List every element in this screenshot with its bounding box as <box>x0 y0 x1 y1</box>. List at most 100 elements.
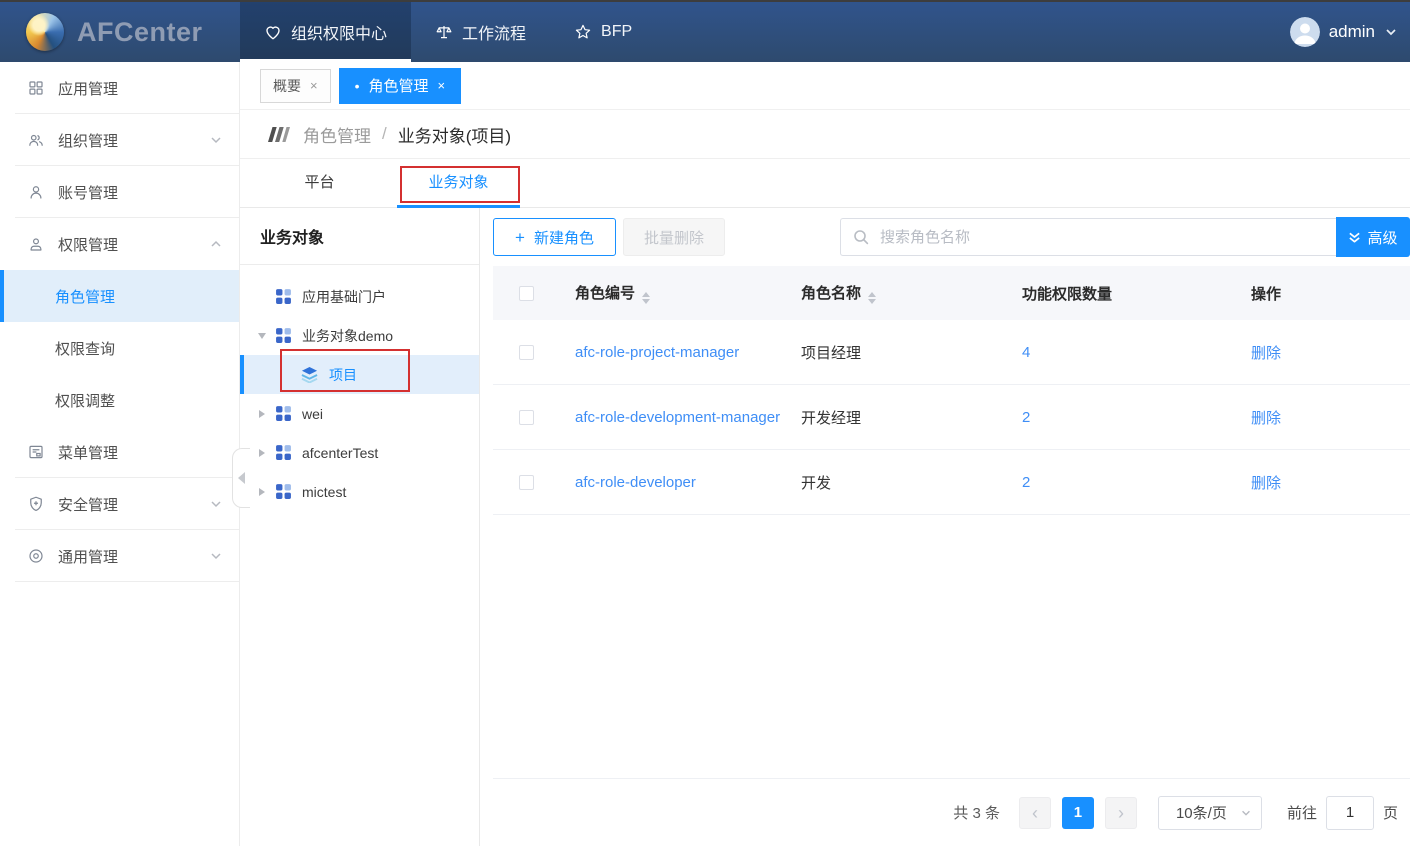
sidebar-item-account-management[interactable]: 账号管理 <box>0 166 239 218</box>
sidebar-item-label: 安全管理 <box>58 494 118 515</box>
sort-icons[interactable] <box>868 292 876 304</box>
close-icon[interactable]: × <box>438 78 446 93</box>
nav-item-org-permission-center[interactable]: 组织权限中心 <box>240 2 411 62</box>
tree-node-wei[interactable]: wei <box>240 394 479 433</box>
nav-item-workflow[interactable]: 工作流程 <box>411 2 550 62</box>
tab-platform[interactable]: 平台 <box>258 171 381 207</box>
row-checkbox[interactable] <box>519 475 534 490</box>
batch-delete-button[interactable]: 批量删除 <box>623 218 725 256</box>
advanced-search-button[interactable]: 高级 <box>1336 217 1410 257</box>
page-tab-bar: 概要 × • 角色管理 × <box>240 62 1410 110</box>
caret-right-icon[interactable] <box>254 449 270 457</box>
avatar <box>1290 17 1320 47</box>
delete-link[interactable]: 删除 <box>1251 410 1281 427</box>
role-code-link[interactable]: afc-role-project-manager <box>575 344 787 361</box>
column-label: 功能权限数量 <box>1022 286 1112 303</box>
business-object-tree-panel: 业务对象 应用基础门户 业务对象demo <box>240 208 480 846</box>
delete-link[interactable]: 删除 <box>1251 475 1281 492</box>
app-window: AFCenter 组织权限中心 工作流程 BFP <box>0 0 1410 846</box>
goto-label: 前往 <box>1287 802 1317 823</box>
tree-node-mictest[interactable]: mictest <box>240 472 479 511</box>
tab-role-management[interactable]: • 角色管理 × <box>339 68 462 104</box>
layers-icon <box>300 366 319 383</box>
scope-tab-bar: 平台 业务对象 <box>240 159 1410 208</box>
search-group: 高级 <box>840 217 1410 257</box>
search-input[interactable] <box>878 228 1324 247</box>
header-role-code[interactable]: 角色编号 <box>559 282 787 304</box>
permission-count-link[interactable]: 4 <box>1022 344 1030 361</box>
column-label: 角色编号 <box>575 285 635 302</box>
delete-link[interactable]: 删除 <box>1251 345 1281 362</box>
goto-page-input[interactable] <box>1326 796 1374 830</box>
header-role-name[interactable]: 角色名称 <box>787 282 1009 304</box>
sidebar-item-menu-management[interactable]: 菜单管理 <box>0 426 239 478</box>
caret-right-icon[interactable] <box>254 410 270 418</box>
app-grid-icon <box>275 288 292 305</box>
sidebar-item-general-management[interactable]: 通用管理 <box>0 530 239 582</box>
role-code-link[interactable]: afc-role-development-manager <box>575 409 787 426</box>
sidebar-item-app-management[interactable]: 应用管理 <box>0 62 239 114</box>
sort-icons[interactable] <box>642 292 650 304</box>
nav-item-bfp[interactable]: BFP <box>550 2 656 62</box>
tree-node-business-object-demo[interactable]: 业务对象demo <box>240 316 479 355</box>
sidebar-item-label: 应用管理 <box>58 78 118 99</box>
tree-collapse-handle[interactable] <box>232 448 250 508</box>
role-name: 开发经理 <box>801 410 861 427</box>
sidebar-item-label: 账号管理 <box>58 182 118 203</box>
next-page-button[interactable]: › <box>1105 797 1137 829</box>
brand-logo: AFCenter <box>0 2 240 62</box>
sidebar-item-permission-adjust[interactable]: 权限调整 <box>0 374 239 426</box>
pagination-total: 共 3 条 <box>953 802 1000 823</box>
row-checkbox[interactable] <box>519 410 534 425</box>
sidebar-item-permission-query[interactable]: 权限查询 <box>0 322 239 374</box>
page-unit-label: 页 <box>1383 802 1398 823</box>
tree-node-project[interactable]: 项目 <box>240 355 479 394</box>
tree-node-afcentertest[interactable]: afcenterTest <box>240 433 479 472</box>
page-size-value: 10条/页 <box>1176 802 1227 823</box>
breadcrumb-slashes-icon <box>268 126 292 143</box>
tree-node-label: 业务对象demo <box>302 326 393 346</box>
select-all-checkbox[interactable] <box>519 286 534 301</box>
page-size-select[interactable]: 10条/页 <box>1158 796 1262 830</box>
tree-node-app-base-portal[interactable]: 应用基础门户 <box>240 277 479 316</box>
column-label: 角色名称 <box>801 285 861 302</box>
role-code-link[interactable]: afc-role-developer <box>575 474 787 491</box>
prev-page-button[interactable]: ‹ <box>1019 797 1051 829</box>
chevron-up-icon <box>209 237 223 251</box>
heart-icon <box>264 23 282 41</box>
permission-count-link[interactable]: 2 <box>1022 474 1030 491</box>
tab-label: 平台 <box>304 174 334 191</box>
role-name: 开发 <box>801 475 831 492</box>
current-page-button[interactable]: 1 <box>1062 797 1094 829</box>
caret-right-icon[interactable] <box>254 488 270 496</box>
nav-item-label: 工作流程 <box>462 20 526 44</box>
close-icon[interactable]: × <box>310 78 318 93</box>
caret-down-icon[interactable] <box>254 333 270 339</box>
id-badge-icon <box>27 235 45 253</box>
grid-icon <box>27 79 45 97</box>
sidebar-item-role-management[interactable]: 角色管理 <box>0 270 239 322</box>
tree-panel-title: 业务对象 <box>240 208 479 265</box>
tree-node-label: wei <box>302 406 323 422</box>
sidebar-item-permission-management[interactable]: 权限管理 <box>0 218 239 270</box>
create-role-button[interactable]: + 新建角色 <box>493 218 616 256</box>
breadcrumb-separator: / <box>382 124 387 144</box>
top-nav: 组织权限中心 工作流程 BFP <box>240 2 656 62</box>
sidebar-item-org-management[interactable]: 组织管理 <box>0 114 239 166</box>
chevron-down-icon <box>209 549 223 563</box>
header-checkbox-cell <box>493 286 559 301</box>
tab-business-object[interactable]: 业务对象 <box>397 171 520 207</box>
tab-overview[interactable]: 概要 × <box>260 69 331 103</box>
sidebar-item-security-management[interactable]: 安全管理 <box>0 478 239 530</box>
permission-count-link[interactable]: 2 <box>1022 409 1030 426</box>
advanced-label: 高级 <box>1367 227 1397 248</box>
sidebar-subitem-label: 权限查询 <box>55 338 115 359</box>
star-icon <box>574 23 592 41</box>
people-icon <box>27 131 45 149</box>
user-menu[interactable]: admin <box>1290 2 1410 62</box>
app-grid-icon <box>275 405 292 422</box>
row-checkbox[interactable] <box>519 345 534 360</box>
tree-node-label: afcenterTest <box>302 445 378 461</box>
breadcrumb-parent[interactable]: 角色管理 <box>303 122 371 147</box>
tab-label: 概要 <box>273 76 301 96</box>
